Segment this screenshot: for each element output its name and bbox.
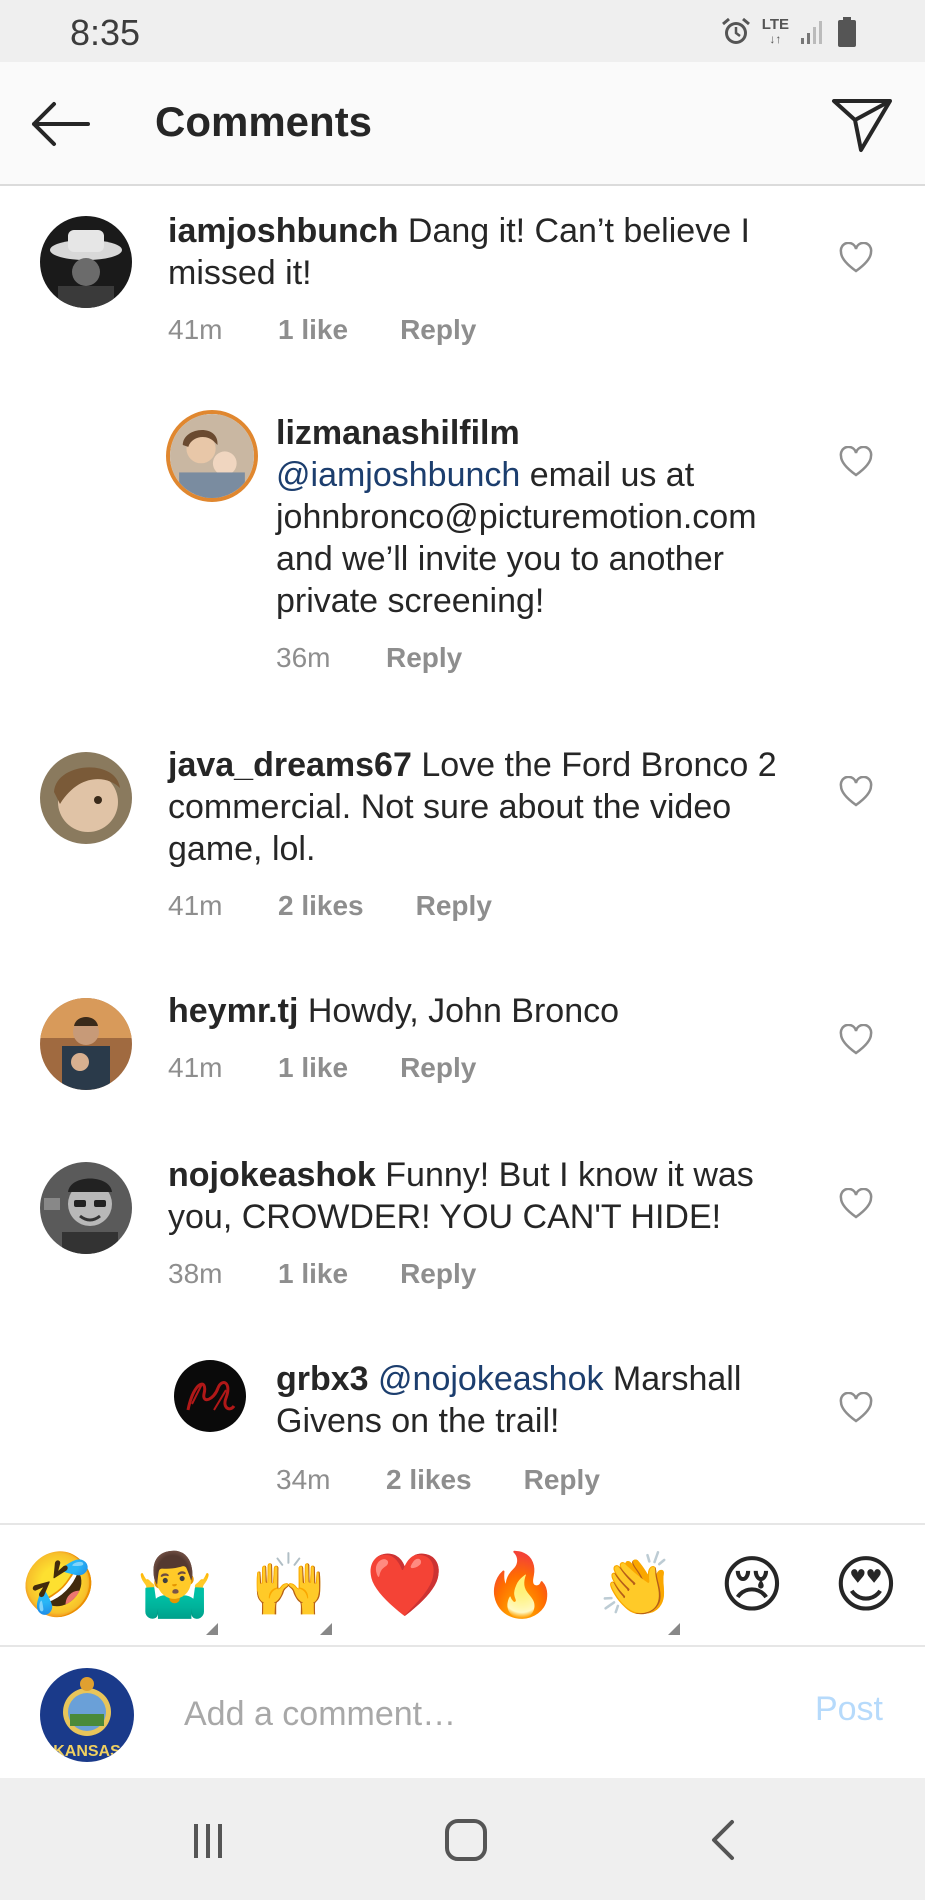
emoji-button[interactable]: 👏 [598, 1547, 676, 1623]
back-arrow-icon [32, 102, 90, 146]
page-title: Comments [155, 98, 373, 145]
avatar[interactable] [40, 998, 132, 1090]
signal-icon [801, 21, 822, 44]
red-heart-emoji-icon: ❤️ [366, 1548, 444, 1621]
heart-icon[interactable] [839, 1392, 873, 1424]
share-button[interactable] [827, 90, 897, 160]
comment-time: 41m [168, 890, 223, 921]
chevron-left-icon [712, 1820, 734, 1860]
comment-time: 41m [168, 314, 223, 345]
avatar[interactable] [40, 752, 132, 844]
comment-meta: 38m 1 like Reply [168, 1258, 476, 1290]
heart-icon[interactable] [839, 1188, 873, 1220]
comment-time: 36m [276, 642, 331, 673]
comment-username[interactable]: heymr.tj [168, 992, 298, 1030]
reply-button[interactable]: Reply [400, 1052, 476, 1084]
emoji-button[interactable]: 🙌 [250, 1547, 328, 1623]
comment-time: 38m [168, 1258, 223, 1289]
mention-link[interactable]: @iamjoshbunch [276, 456, 520, 494]
my-avatar: KANSAS [40, 1668, 134, 1762]
comment-username[interactable]: java_dreams67 [168, 746, 412, 784]
reply-button[interactable]: Reply [400, 314, 476, 346]
heart-icon[interactable] [839, 1024, 873, 1056]
comment-text: nojokeashok Funny! But I know it was you… [168, 1154, 808, 1238]
like-count[interactable]: 2 likes [386, 1464, 472, 1496]
home-button[interactable] [434, 1808, 498, 1872]
avatar[interactable] [40, 1162, 132, 1254]
system-back-button[interactable] [692, 1808, 756, 1872]
heart-icon[interactable] [839, 446, 873, 478]
comment-username[interactable]: nojokeashok [168, 1156, 376, 1194]
reply-button[interactable]: Reply [416, 890, 492, 922]
recent-apps-icon [194, 1824, 222, 1858]
mention-link[interactable]: @nojokeashok [378, 1360, 603, 1398]
reply-button[interactable]: Reply [386, 642, 462, 674]
emoji-button[interactable]: 🤣 [20, 1547, 98, 1623]
heart-icon[interactable] [839, 242, 873, 274]
battery-icon [838, 17, 856, 47]
emoji-bar: 🤣 🤷‍♂️ 🙌 ❤️ 🔥 👏 😢 😍 [0, 1523, 925, 1647]
comment-text: java_dreams67 Love the Ford Bronco 2 com… [168, 744, 808, 870]
system-nav-bar [0, 1778, 925, 1900]
lte-indicator: LTE ↓↑ [761, 16, 789, 46]
emoji-button[interactable]: 😢 [714, 1547, 790, 1623]
alarm-icon [721, 17, 750, 44]
status-bar: 8:35 LTE ↓↑ [0, 0, 925, 62]
clapping-emoji-icon: 👏 [598, 1548, 676, 1621]
comment-text: heymr.tj Howdy, John Bronco [168, 990, 808, 1032]
crying-emoji-icon: 😢 [719, 1548, 785, 1621]
paper-plane-icon [832, 99, 892, 152]
fire-emoji-icon: 🔥 [482, 1548, 560, 1621]
like-count[interactable]: 1 like [278, 1258, 348, 1290]
comment-meta: 36m Reply [276, 642, 462, 674]
reply-button[interactable]: Reply [524, 1464, 600, 1496]
kansas-flag-text: KANSAS [53, 1743, 121, 1760]
emoji-button[interactable]: 😍 [828, 1547, 904, 1623]
lte-label: LTE [761, 16, 789, 33]
comment-content: Howdy, John Bronco [298, 992, 620, 1030]
comment-meta: 41m 1 like Reply [168, 1052, 476, 1084]
recent-apps-button[interactable] [176, 1808, 240, 1872]
comment-time: 34m [276, 1464, 331, 1495]
avatar[interactable] [40, 216, 132, 308]
comment-input[interactable] [184, 1686, 744, 1742]
header: Comments [0, 62, 925, 186]
avatar[interactable] [174, 1360, 246, 1432]
emoji-button[interactable]: ❤️ [366, 1547, 444, 1623]
comment-username[interactable]: grbx3 [276, 1360, 369, 1398]
comment-meta: 34m 2 likes Reply [276, 1464, 600, 1496]
skin-tone-indicator-icon [668, 1623, 680, 1635]
skin-tone-indicator-icon [320, 1623, 332, 1635]
heart-eyes-emoji-icon: 😍 [833, 1548, 899, 1621]
comment-username[interactable]: iamjoshbunch [168, 212, 398, 250]
emoji-button[interactable]: 🤷‍♂️ [136, 1547, 214, 1623]
status-icons: LTE ↓↑ [720, 12, 857, 52]
comment-time: 41m [168, 1052, 223, 1083]
heart-icon[interactable] [839, 776, 873, 808]
status-time: 8:35 [70, 12, 141, 53]
comment-text: lizmanashilfilm @iamjoshbunch email us a… [276, 412, 806, 622]
like-count[interactable]: 2 likes [278, 890, 364, 922]
like-count[interactable]: 1 like [278, 314, 348, 346]
comment-text: iamjoshbunch Dang it! Can’t believe I mi… [168, 210, 778, 294]
home-icon [445, 1819, 487, 1861]
skin-tone-indicator-icon [206, 1623, 218, 1635]
comment-composer: KANSAS Post [0, 1648, 925, 1778]
emoji-button[interactable]: 🔥 [482, 1547, 560, 1623]
raised-hands-emoji-icon: 🙌 [250, 1548, 328, 1621]
comment-text: grbx3 @nojokeashok Marshall Givens on th… [276, 1358, 806, 1442]
comment-meta: 41m 2 likes Reply [168, 890, 492, 922]
comments-list[interactable]: iamjoshbunch Dang it! Can’t believe I mi… [0, 188, 925, 1522]
rofl-emoji-icon: 🤣 [20, 1548, 98, 1621]
shrug-emoji-icon: 🤷‍♂️ [136, 1548, 214, 1621]
reply-button[interactable]: Reply [400, 1258, 476, 1290]
like-count[interactable]: 1 like [278, 1052, 348, 1084]
back-button[interactable] [24, 92, 96, 156]
avatar[interactable] [166, 410, 258, 502]
comment-meta: 41m 1 like Reply [168, 314, 476, 346]
comment-username[interactable]: lizmanashilfilm [276, 414, 520, 452]
post-button[interactable]: Post [815, 1690, 883, 1729]
